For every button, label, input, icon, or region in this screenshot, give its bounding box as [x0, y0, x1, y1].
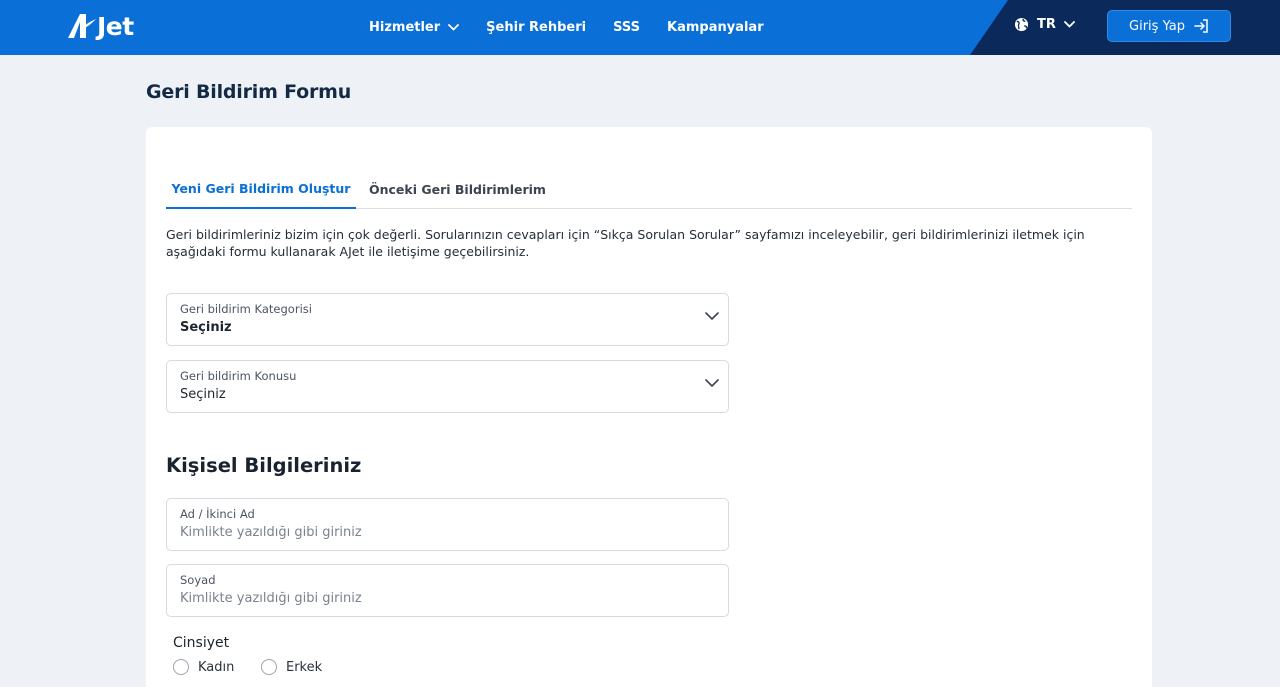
nav-campaigns[interactable]: Kampanyalar: [667, 20, 764, 35]
feedback-category-value: Seçiniz: [180, 320, 232, 335]
gender-radio-female[interactable]: Kadın: [173, 659, 234, 675]
nav-city-guide[interactable]: Şehir Rehberi: [486, 20, 586, 35]
globe-icon: [1014, 17, 1029, 32]
gender-option-label: Kadın: [198, 659, 235, 675]
first-name-field[interactable]: Ad / İkinci Ad Kimlikte yazıldığı gibi g…: [166, 498, 729, 551]
gender-label: Cinsiyet: [173, 635, 230, 651]
last-name-label: Soyad: [180, 573, 216, 587]
feedback-subject-label: Geri bildirim Konusu: [180, 369, 297, 383]
tab-new-feedback[interactable]: Yeni Geri Bildirim Oluştur: [166, 169, 356, 209]
feedback-category-select[interactable]: Geri bildirim Kategorisi Seçiniz: [166, 293, 729, 346]
feedback-subject-select[interactable]: Geri bildirim Konusu Seçiniz: [166, 360, 729, 413]
login-button[interactable]: Giriş Yap: [1107, 10, 1231, 42]
nav-services-label: Hizmetler: [369, 20, 441, 35]
tab-previous-feedback[interactable]: Önceki Geri Bildirimlerim: [369, 169, 546, 209]
login-button-label: Giriş Yap: [1129, 18, 1185, 34]
radio-circle[interactable]: [173, 659, 189, 675]
language-selector[interactable]: TR: [1014, 17, 1075, 32]
login-icon: [1194, 19, 1208, 33]
feedback-subject-value: Seçiniz: [180, 387, 226, 402]
nav-campaigns-label: Kampanyalar: [667, 20, 764, 35]
nav-services[interactable]: Hizmetler: [369, 20, 460, 35]
gender-radio-male[interactable]: Erkek: [261, 659, 322, 675]
top-header: Jet Hizmetler Şehir Rehberi SSS Kampanya…: [0, 0, 1280, 55]
chevron-down-icon: [1063, 21, 1075, 28]
chevron-down-icon: [705, 379, 719, 388]
logo-text: Jet: [97, 11, 134, 41]
language-code: TR: [1037, 17, 1056, 32]
intro-text: Geri bildirimleriniz bizim için çok değe…: [166, 227, 1085, 259]
page-title: Geri Bildirim Formu: [146, 81, 352, 103]
chevron-down-icon: [705, 312, 719, 321]
last-name-field[interactable]: Soyad Kimlikte yazıldığı gibi giriniz: [166, 564, 729, 617]
nav-faq[interactable]: SSS: [613, 20, 640, 35]
last-name-placeholder: Kimlikte yazıldığı gibi giriniz: [180, 591, 362, 606]
tab-bar: Yeni Geri Bildirim Oluştur Önceki Geri B…: [166, 169, 1132, 209]
first-name-label: Ad / İkinci Ad: [180, 507, 255, 521]
nav-faq-label: SSS: [613, 20, 640, 35]
ajet-logo-mark-icon: [68, 14, 96, 38]
radio-circle[interactable]: [261, 659, 277, 675]
feedback-category-label: Geri bildirim Kategorisi: [180, 302, 312, 316]
ajet-logo[interactable]: Jet: [66, 11, 134, 41]
gender-option-label: Erkek: [286, 659, 323, 675]
personal-info-heading: Kişisel Bilgileriniz: [166, 454, 362, 477]
nav-city-guide-label: Şehir Rehberi: [486, 20, 587, 35]
chevron-down-icon: [448, 24, 460, 31]
feedback-card: Yeni Geri Bildirim Oluştur Önceki Geri B…: [146, 127, 1152, 687]
first-name-placeholder: Kimlikte yazıldığı gibi giriniz: [180, 525, 362, 540]
main-nav: Hizmetler Şehir Rehberi SSS Kampanyalar: [369, 0, 764, 55]
